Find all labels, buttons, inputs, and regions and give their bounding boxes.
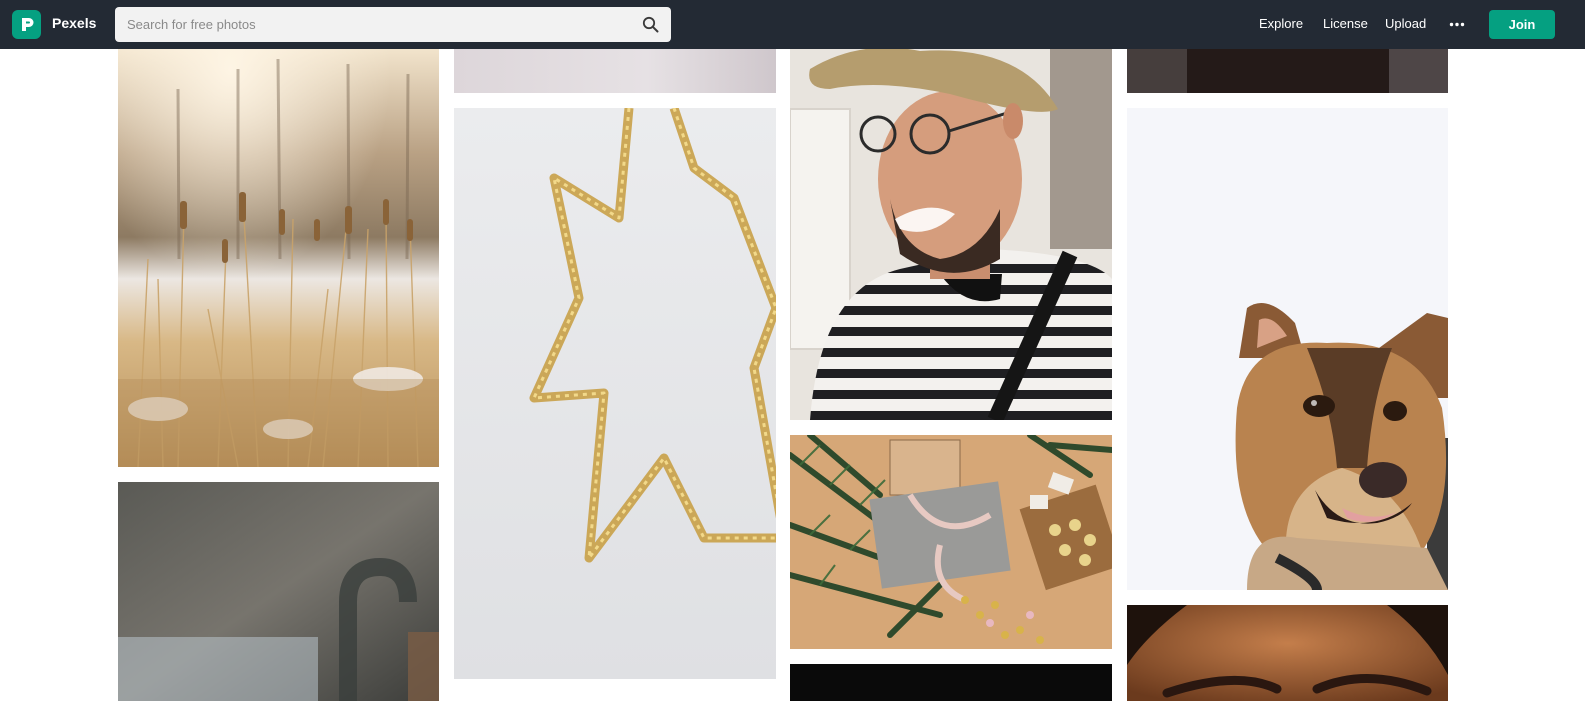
nav-license[interactable]: License [1323,16,1368,31]
photo-dog[interactable] [1127,108,1448,590]
photo-top-crop-pale[interactable] [454,49,776,93]
nav-explore[interactable]: Explore [1259,16,1303,31]
photo-cattails-field[interactable] [118,49,439,467]
search-icon[interactable] [642,16,659,33]
photo-smiling-man[interactable] [790,49,1112,420]
search-bar[interactable] [115,7,671,42]
nav-upload[interactable]: Upload [1385,16,1426,31]
photo-dark[interactable] [790,664,1112,701]
search-input[interactable] [127,7,627,42]
photo-face-closeup[interactable] [1127,605,1448,701]
top-navigation-bar: Pexels Explore License Upload Join [0,0,1585,49]
photo-top-crop-dark[interactable] [1127,49,1448,93]
photo-christmas-gifts-flatlay[interactable] [790,435,1112,649]
join-button[interactable]: Join [1489,10,1555,39]
photo-blurred-faucet[interactable] [118,482,439,701]
pexels-logo-icon[interactable] [12,10,41,39]
photo-gold-star-ornament[interactable] [454,108,776,679]
more-horizontal-icon[interactable] [1449,22,1465,27]
brand-name[interactable]: Pexels [52,15,96,31]
